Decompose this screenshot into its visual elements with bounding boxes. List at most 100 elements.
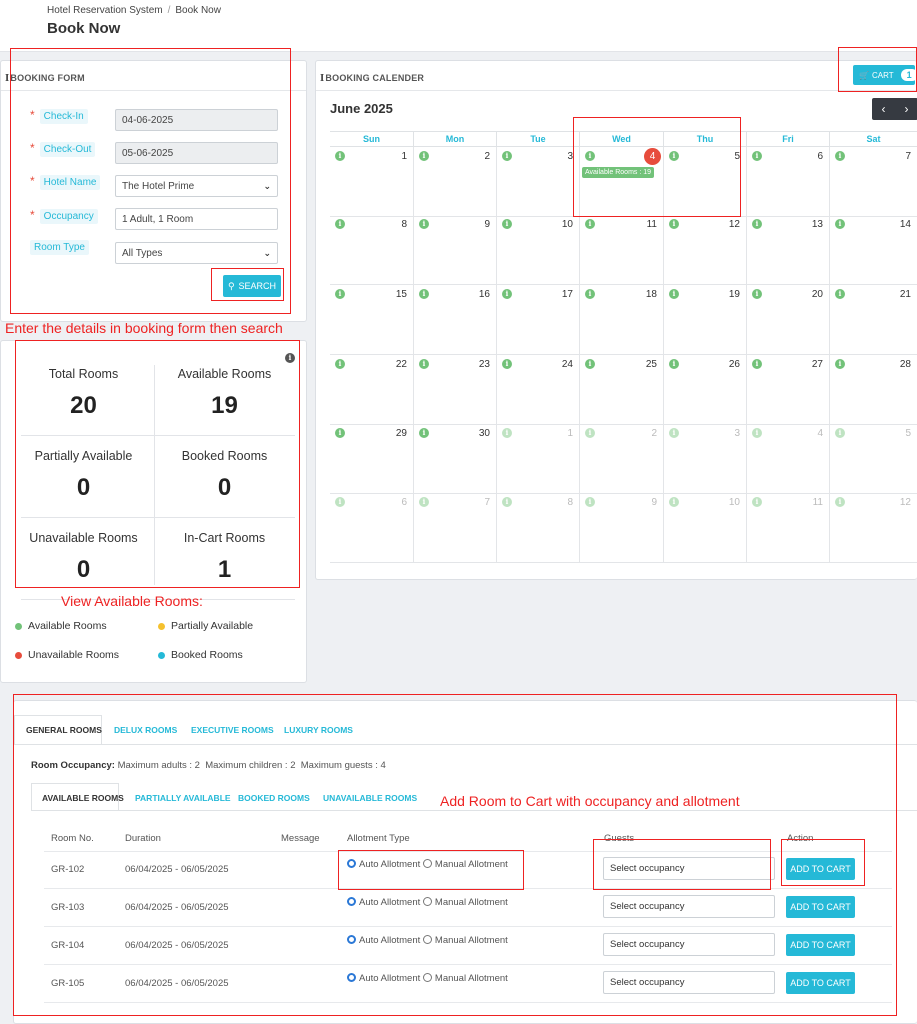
calendar-day-cell[interactable]: i 29 <box>330 424 414 494</box>
annotation-box-search <box>211 268 284 301</box>
calendar-day-cell[interactable]: i 17 <box>497 285 580 355</box>
calendar-day-cell[interactable]: i7 <box>830 147 917 217</box>
calendar-day-cell[interactable]: i8 <box>330 215 414 285</box>
info-icon[interactable]: i <box>335 428 345 438</box>
info-icon[interactable]: i <box>502 497 512 507</box>
info-icon[interactable]: i <box>585 359 595 369</box>
info-icon[interactable]: i <box>752 289 762 299</box>
info-icon[interactable]: i <box>419 497 429 507</box>
info-icon[interactable]: i <box>419 219 429 229</box>
info-icon[interactable]: i <box>835 289 845 299</box>
weekday-header: Mon <box>414 132 497 147</box>
info-icon[interactable]: i <box>502 359 512 369</box>
info-icon[interactable]: i <box>752 219 762 229</box>
legend-dot <box>15 651 22 659</box>
info-icon[interactable]: i <box>669 497 679 507</box>
calendar-day-cell[interactable]: i2 <box>580 424 664 494</box>
info-icon[interactable]: i <box>502 219 512 229</box>
calendar-day-number: 23 <box>478 359 490 370</box>
info-icon[interactable]: i <box>335 289 345 299</box>
calendar-day-cell[interactable]: i 14 <box>830 215 917 285</box>
info-icon[interactable]: i <box>335 219 345 229</box>
info-icon[interactable]: i <box>585 219 595 229</box>
info-icon[interactable]: i <box>752 497 762 507</box>
calendar-day-cell[interactable]: i 25 <box>580 355 664 425</box>
calendar-day-cell[interactable]: i 30 <box>414 424 497 494</box>
calendar-day-cell[interactable]: i5 <box>830 424 917 494</box>
info-icon[interactable]: i <box>669 289 679 299</box>
annotation-box-guests <box>593 839 771 890</box>
calendar-day-cell[interactable]: i2 <box>414 147 497 217</box>
calendar-day-cell[interactable]: i6 <box>330 493 414 563</box>
info-icon[interactable]: i <box>835 219 845 229</box>
info-icon[interactable]: i <box>335 497 345 507</box>
calendar-day-cell[interactable]: i8 <box>497 493 580 563</box>
calendar-day-cell[interactable]: i 12 <box>830 493 917 563</box>
calendar-nav: ‹ › <box>872 98 917 120</box>
info-icon[interactable]: i <box>419 359 429 369</box>
calendar-day-cell[interactable]: i4 <box>747 424 830 494</box>
calendar-day-cell[interactable]: i1 <box>497 424 580 494</box>
breadcrumb-home-link[interactable]: Hotel Reservation System <box>47 5 163 16</box>
calendar-day-cell[interactable]: i 16 <box>414 285 497 355</box>
chevron-left-icon[interactable]: ‹ <box>882 102 886 116</box>
info-icon[interactable]: i <box>752 359 762 369</box>
info-icon[interactable]: i <box>502 289 512 299</box>
info-icon[interactable]: i <box>835 359 845 369</box>
info-icon[interactable]: i <box>502 151 512 161</box>
info-icon[interactable]: i <box>669 219 679 229</box>
calendar-day-cell[interactable]: i 23 <box>414 355 497 425</box>
calendar-day-cell[interactable]: i 22 <box>330 355 414 425</box>
calendar-day-cell[interactable]: i7 <box>414 493 497 563</box>
legend-dot <box>158 651 165 659</box>
info-icon[interactable]: i <box>502 428 512 438</box>
calendar-day-cell[interactable]: i 10 <box>497 215 580 285</box>
info-icon[interactable]: i <box>419 289 429 299</box>
calendar-day-number: 13 <box>811 219 823 230</box>
calendar-day-number: 12 <box>728 219 740 230</box>
calendar-day-cell[interactable]: i1 <box>330 147 414 217</box>
calendar-day-cell[interactable]: i 20 <box>747 285 830 355</box>
info-icon[interactable]: i <box>835 428 845 438</box>
calendar-day-cell[interactable]: i 18 <box>580 285 664 355</box>
calendar-day-cell[interactable]: i6 <box>747 147 830 217</box>
calendar-day-number: 15 <box>395 289 407 300</box>
info-icon[interactable]: i <box>669 359 679 369</box>
calendar-day-cell[interactable]: i 11 <box>580 215 664 285</box>
calendar-day-number: 22 <box>395 359 407 370</box>
info-icon[interactable]: i <box>335 151 345 161</box>
calendar-day-number: 7 <box>905 151 911 162</box>
calendar-day-cell[interactable]: i 11 <box>747 493 830 563</box>
info-icon[interactable]: i <box>335 359 345 369</box>
calendar-day-cell[interactable]: i 13 <box>747 215 830 285</box>
info-icon[interactable]: i <box>752 151 762 161</box>
info-icon[interactable]: i <box>419 428 429 438</box>
annotation-box-stats <box>15 340 300 588</box>
info-icon[interactable]: i <box>585 289 595 299</box>
calendar-day-cell[interactable]: i 15 <box>330 285 414 355</box>
info-icon[interactable]: i <box>419 151 429 161</box>
chevron-right-icon[interactable]: › <box>905 102 909 116</box>
calendar-day-cell[interactable]: i 19 <box>664 285 747 355</box>
info-icon[interactable]: i <box>835 151 845 161</box>
info-icon[interactable]: i <box>669 428 679 438</box>
calendar-day-number: 12 <box>899 497 911 508</box>
calendar-day-cell[interactable]: i 24 <box>497 355 580 425</box>
info-icon[interactable]: i <box>585 497 595 507</box>
info-icon[interactable]: i <box>585 428 595 438</box>
annotation-table-hint: Add Room to Cart with occupancy and allo… <box>440 793 740 809</box>
calendar-day-cell[interactable]: i 27 <box>747 355 830 425</box>
calendar-day-cell[interactable]: i9 <box>414 215 497 285</box>
calendar-day-cell[interactable]: i3 <box>664 424 747 494</box>
calendar-day-number: 7 <box>484 497 490 508</box>
calendar-day-cell[interactable]: i 26 <box>664 355 747 425</box>
calendar-day-cell[interactable]: i 28 <box>830 355 917 425</box>
calendar-day-cell[interactable]: i 10 <box>664 493 747 563</box>
calendar-day-cell[interactable]: i3 <box>497 147 580 217</box>
calendar-day-cell[interactable]: i 12 <box>664 215 747 285</box>
info-icon[interactable]: i <box>835 497 845 507</box>
info-icon: i <box>5 74 10 84</box>
calendar-day-cell[interactable]: i 21 <box>830 285 917 355</box>
calendar-day-cell[interactable]: i9 <box>580 493 664 563</box>
info-icon[interactable]: i <box>752 428 762 438</box>
